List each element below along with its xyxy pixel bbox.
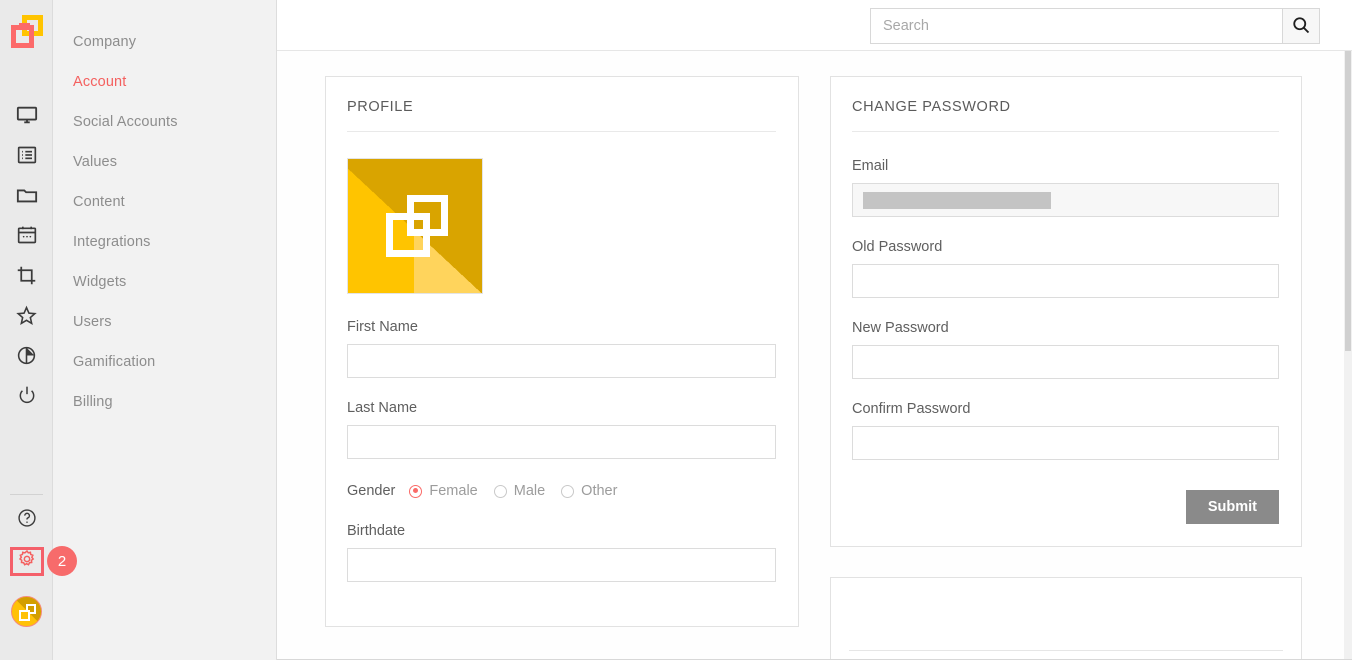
app-root: 2 Company Account Social Accounts Values… bbox=[0, 0, 1352, 660]
old-password-label: Old Password bbox=[852, 239, 1279, 255]
rail-item-library[interactable] bbox=[0, 175, 53, 215]
profile-logo-square-front bbox=[386, 213, 430, 257]
pie-chart-icon bbox=[16, 345, 37, 366]
subnav-item-social-accounts[interactable]: Social Accounts bbox=[53, 102, 276, 142]
new-password-input[interactable] bbox=[852, 345, 1279, 379]
settings-badge-count: 2 bbox=[47, 546, 77, 576]
top-bar bbox=[277, 0, 1352, 51]
app-logo[interactable] bbox=[9, 14, 45, 50]
settings-button[interactable] bbox=[10, 547, 44, 576]
first-name-input[interactable] bbox=[347, 344, 776, 378]
confirm-password-label: Confirm Password bbox=[852, 401, 1279, 417]
profile-card: PROFILE First Name Last Name bbox=[325, 76, 799, 627]
help-circle-icon bbox=[17, 508, 37, 533]
subnav-item-account[interactable]: Account bbox=[53, 62, 276, 102]
gender-option-label-female: Female bbox=[429, 483, 477, 499]
rail-avatar-wrap bbox=[0, 586, 53, 636]
list-icon bbox=[17, 145, 37, 165]
submit-row: Submit bbox=[852, 490, 1279, 524]
additional-card-divider bbox=[849, 650, 1283, 651]
rail-item-power[interactable] bbox=[0, 375, 53, 415]
additional-card bbox=[830, 577, 1302, 660]
power-icon bbox=[17, 385, 37, 405]
main-area: PROFILE First Name Last Name bbox=[277, 0, 1352, 660]
old-password-input[interactable] bbox=[852, 264, 1279, 298]
email-label: Email bbox=[852, 158, 1279, 174]
rail-divider bbox=[10, 494, 43, 495]
subnav-item-widgets[interactable]: Widgets bbox=[53, 262, 276, 302]
gear-icon bbox=[17, 549, 37, 574]
subnav-item-integrations[interactable]: Integrations bbox=[53, 222, 276, 262]
gender-option-label-male: Male bbox=[514, 483, 545, 499]
calendar-icon bbox=[17, 225, 37, 245]
profile-avatar-logo-icon bbox=[386, 195, 448, 257]
settings-highlight-group: 2 bbox=[0, 536, 53, 586]
radio-icon-other bbox=[561, 485, 574, 498]
vertical-scrollbar[interactable] bbox=[1344, 51, 1352, 660]
rail-item-feed[interactable] bbox=[0, 135, 53, 175]
gender-option-label-other: Other bbox=[581, 483, 617, 499]
avatar-logo-square-front bbox=[19, 610, 30, 621]
rail-item-favorites[interactable] bbox=[0, 295, 53, 335]
rail-item-editor[interactable] bbox=[0, 255, 53, 295]
profile-card-title: PROFILE bbox=[347, 99, 776, 132]
birthdate-label: Birthdate bbox=[347, 523, 776, 539]
subnav-item-company[interactable]: Company bbox=[53, 22, 276, 62]
crop-icon bbox=[16, 265, 37, 286]
rail-icon-list bbox=[0, 95, 53, 415]
monitor-icon bbox=[16, 104, 38, 126]
cards-container: PROFILE First Name Last Name bbox=[277, 76, 1352, 660]
star-icon bbox=[16, 305, 37, 326]
email-field bbox=[852, 183, 1279, 217]
new-password-label: New Password bbox=[852, 320, 1279, 336]
gender-radio-male[interactable]: Male bbox=[494, 483, 545, 499]
radio-icon-female bbox=[409, 485, 422, 498]
content-area: PROFILE First Name Last Name bbox=[277, 51, 1352, 660]
subnav-item-values[interactable]: Values bbox=[53, 142, 276, 182]
confirm-password-input[interactable] bbox=[852, 426, 1279, 460]
subnav-item-content[interactable]: Content bbox=[53, 182, 276, 222]
gender-label: Gender bbox=[347, 483, 395, 499]
first-name-label: First Name bbox=[347, 319, 776, 335]
change-password-card-title: CHANGE PASSWORD bbox=[852, 99, 1279, 132]
rail-bottom-group: 2 bbox=[0, 504, 53, 636]
search-group bbox=[870, 8, 1320, 44]
submit-button[interactable]: Submit bbox=[1186, 490, 1279, 524]
avatar[interactable] bbox=[11, 596, 42, 627]
rail-item-analytics[interactable] bbox=[0, 335, 53, 375]
last-name-label: Last Name bbox=[347, 400, 776, 416]
email-field-wrap bbox=[852, 183, 1279, 217]
scrollbar-thumb[interactable] bbox=[1345, 51, 1351, 351]
rail-item-calendar[interactable] bbox=[0, 215, 53, 255]
change-password-card: CHANGE PASSWORD Email Old Password New P… bbox=[830, 76, 1302, 547]
right-column: CHANGE PASSWORD Email Old Password New P… bbox=[830, 76, 1302, 660]
search-input[interactable] bbox=[870, 8, 1282, 44]
subnav-item-users[interactable]: Users bbox=[53, 302, 276, 342]
settings-subnav: Company Account Social Accounts Values C… bbox=[53, 0, 277, 660]
subnav-item-gamification[interactable]: Gamification bbox=[53, 342, 276, 382]
rail-item-help[interactable] bbox=[0, 504, 53, 536]
search-button[interactable] bbox=[1282, 8, 1320, 44]
avatar-logo-icon bbox=[19, 604, 36, 621]
radio-icon-male bbox=[494, 485, 507, 498]
last-name-input[interactable] bbox=[347, 425, 776, 459]
subnav-item-billing[interactable]: Billing bbox=[53, 382, 276, 422]
icon-rail: 2 bbox=[0, 0, 53, 660]
logo-square-front bbox=[11, 25, 34, 48]
gender-group: Gender Female Male Other bbox=[347, 483, 776, 499]
search-icon bbox=[1291, 15, 1311, 38]
folder-icon bbox=[16, 184, 38, 206]
birthdate-input[interactable] bbox=[347, 548, 776, 582]
gender-radio-female[interactable]: Female bbox=[409, 483, 477, 499]
rail-item-dashboard[interactable] bbox=[0, 95, 53, 135]
gender-radio-other[interactable]: Other bbox=[561, 483, 617, 499]
profile-avatar[interactable] bbox=[347, 158, 483, 294]
